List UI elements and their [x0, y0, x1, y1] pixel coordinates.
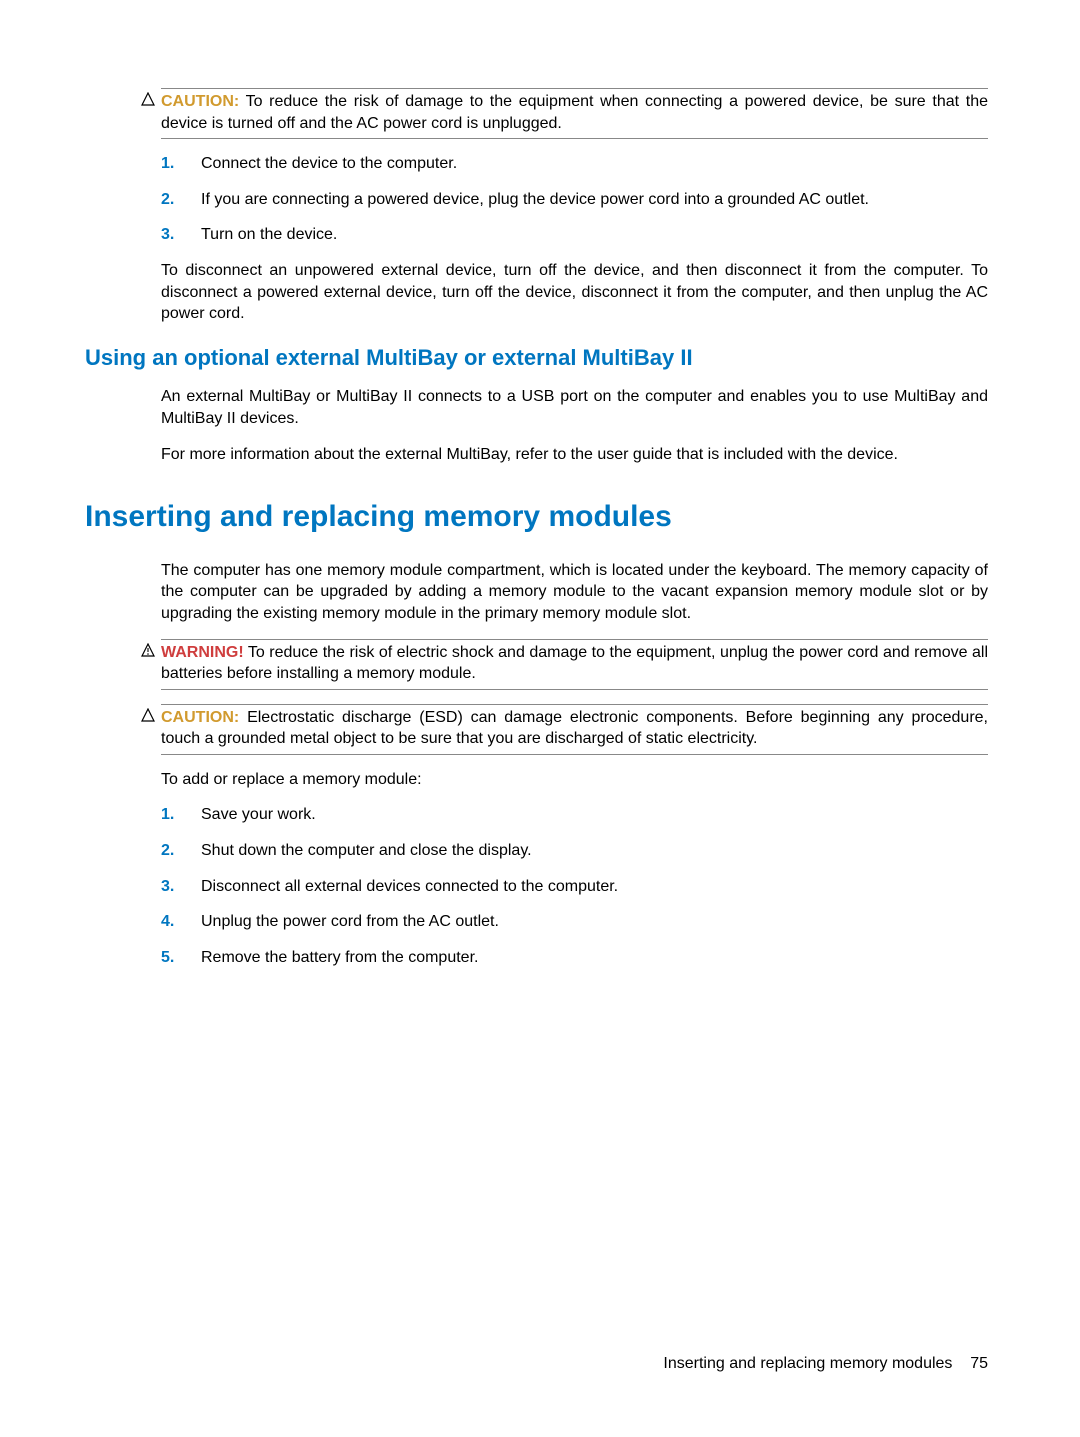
page-content: CAUTION: To reduce the risk of damage to…	[85, 88, 988, 968]
caution-text: To reduce the risk of damage to the equi…	[161, 93, 988, 132]
add-replace-intro: To add or replace a memory module:	[161, 769, 988, 791]
multibay-heading: Using an optional external MultiBay or e…	[85, 343, 988, 373]
memory-paragraph: The computer has one memory module compa…	[161, 560, 988, 625]
caution-triangle-icon	[141, 708, 155, 722]
multibay-paragraph-1: An external MultiBay or MultiBay II conn…	[161, 386, 988, 429]
page-footer: Inserting and replacing memory modules 7…	[663, 1353, 988, 1375]
caution-label: CAUTION:	[161, 93, 239, 110]
list-item: Disconnect all external devices connecte…	[161, 876, 988, 898]
memory-heading: Inserting and replacing memory modules	[85, 497, 988, 538]
footer-section-title: Inserting and replacing memory modules	[663, 1355, 952, 1372]
list-item: Shut down the computer and close the dis…	[161, 840, 988, 862]
caution-label: CAUTION:	[161, 709, 239, 726]
list-item: Connect the device to the computer.	[161, 153, 988, 175]
warning-notice: WARNING! To reduce the risk of electric …	[161, 639, 988, 690]
warning-text: To reduce the risk of electric shock and…	[161, 644, 988, 683]
list-item: Save your work.	[161, 804, 988, 826]
memory-steps-list: Save your work. Shut down the computer a…	[161, 804, 988, 968]
list-item: Unplug the power cord from the AC outlet…	[161, 911, 988, 933]
document-page: CAUTION: To reduce the risk of damage to…	[0, 0, 1080, 1437]
page-number: 75	[970, 1355, 988, 1372]
multibay-paragraph-2: For more information about the external …	[161, 444, 988, 466]
caution-notice-esd: CAUTION: Electrostatic discharge (ESD) c…	[161, 704, 988, 755]
caution-text: Electrostatic discharge (ESD) can damage…	[161, 709, 988, 748]
connect-steps-list: Connect the device to the computer. If y…	[161, 153, 988, 246]
disconnect-paragraph: To disconnect an unpowered external devi…	[161, 260, 988, 325]
warning-triangle-icon	[141, 643, 155, 657]
list-item: Remove the battery from the computer.	[161, 947, 988, 969]
list-item: Turn on the device.	[161, 224, 988, 246]
caution-notice: CAUTION: To reduce the risk of damage to…	[161, 88, 988, 139]
warning-label: WARNING!	[161, 644, 244, 661]
list-item: If you are connecting a powered device, …	[161, 189, 988, 211]
caution-triangle-icon	[141, 92, 155, 106]
